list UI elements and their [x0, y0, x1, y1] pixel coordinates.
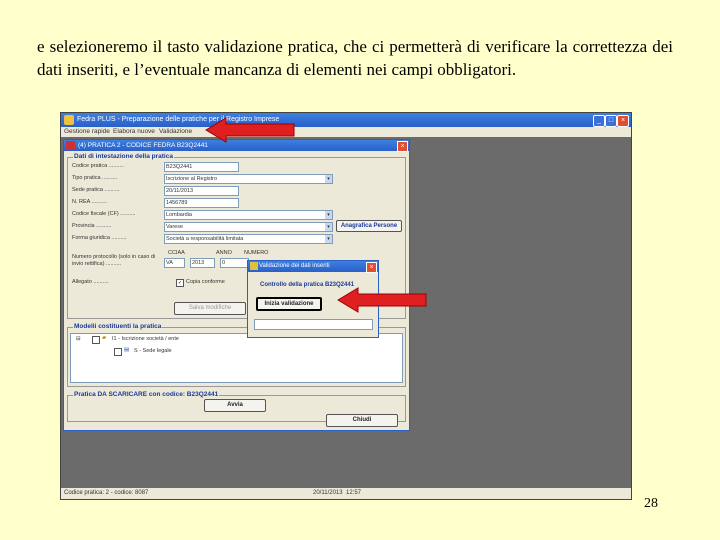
rea-input[interactable]: 1456789 [164, 198, 239, 208]
status-date: 20/11/2013 [313, 490, 343, 496]
copia-conforme-label: Copia conforme [186, 279, 225, 285]
page-number: 28 [644, 496, 658, 511]
protocol-label: Numero protocollo (solo in caso di invio… [72, 254, 156, 267]
menu-item-validazione[interactable]: Validazione [159, 127, 192, 137]
menu-item-elabora[interactable]: Elabora nuove [113, 127, 155, 137]
protocol-col-numero: NUMERO [244, 250, 269, 256]
copia-conforme-checkbox[interactable]: ✓ [176, 279, 184, 287]
maximize-icon[interactable]: □ [605, 115, 617, 127]
chevron-down-icon[interactable]: ▾ [325, 175, 332, 183]
dialog-close-icon[interactable]: × [397, 141, 408, 152]
tipo-pratica-select[interactable]: Iscrizione al Registro ▾ [164, 174, 333, 184]
document-icon [66, 141, 75, 150]
protocol-numero-input[interactable]: 0 [220, 258, 249, 268]
discharge-group-title: Pratica DA SCARICARE con codice: B23Q244… [73, 391, 220, 398]
chevron-down-icon[interactable]: ▾ [325, 223, 332, 231]
field-label: Provincia .......... [72, 223, 112, 229]
chiudi-button[interactable]: Chiudi [326, 414, 398, 427]
app-icon [64, 115, 74, 125]
tree-toggle-icon[interactable]: ⊟ [76, 336, 81, 342]
folder-icon: ▰ [102, 335, 107, 341]
avvia-button[interactable]: Avvia [204, 399, 266, 412]
chevron-down-icon[interactable]: ▾ [325, 235, 332, 243]
chevron-down-icon[interactable]: ▾ [325, 211, 332, 219]
pratica-dialog-title: (4) PRATICA 2 - CODICE FEDRA B23Q2441 [78, 142, 208, 149]
protocol-cciaa-input[interactable]: VA [164, 258, 185, 268]
inizia-validazione-button[interactable]: Inizia validazione [256, 297, 322, 311]
page-icon: ▤ [124, 347, 130, 353]
sede-pratica-input[interactable]: 20/11/2013 [164, 186, 239, 196]
tree-item-checkbox[interactable] [114, 348, 122, 356]
validation-progress [254, 319, 373, 330]
anagrafica-persone-button[interactable]: Anagrafica Persone [336, 220, 402, 232]
protocol-col-cciaa: CCIAA [168, 250, 185, 256]
field-label: N. REA .......... [72, 199, 107, 205]
app-menubar: Gestione rapide Elabora nuove Validazion… [61, 127, 631, 137]
field-label: Tipo pratica .......... [72, 175, 118, 181]
close-icon[interactable]: × [617, 115, 629, 127]
validation-dialog-title: Validazione dei dati inseriti [259, 263, 330, 269]
field-label: Codice fiscale (CF) .......... [72, 211, 136, 217]
forma-giuridica-select[interactable]: Società a responsabilità limitata ▾ [164, 234, 333, 244]
save-changes-button[interactable]: Salva modifiche [174, 302, 246, 315]
field-label: Codice pratica .......... [72, 163, 124, 169]
models-group-title: Modelli costituenti la pratica [73, 323, 163, 330]
codice-pratica-input[interactable]: B23Q2441 [164, 162, 239, 172]
codice-fiscale-select[interactable]: Lombardia ▾ [164, 210, 333, 220]
header-data-group-title: Dati di intestazione della pratica [73, 153, 174, 160]
menu-item-gestione[interactable]: Gestione rapide [64, 127, 110, 137]
slide-paragraph: e selezioneremo il tasto validazione pra… [37, 37, 673, 79]
protocol-col-anno: ANNO [216, 250, 232, 256]
validation-dialog-titlebar: Validazione dei dati inseriti × [248, 261, 378, 273]
status-time: 12:57 [346, 490, 362, 496]
arrow-left-icon [337, 287, 427, 313]
app-statusbar: Codice pratica: 2 - codice: 8087 20/11/2… [61, 488, 631, 499]
arrow-left-icon [205, 117, 295, 143]
field-label: Sede pratica .......... [72, 187, 120, 193]
status-text: Codice pratica: 2 - codice: 8087 [64, 490, 149, 496]
tree-item-checkbox[interactable] [92, 336, 100, 344]
app-titlebar: Fedra PLUS - Preparazione delle pratiche… [61, 113, 631, 127]
allegato-label: Allegato .......... [72, 279, 109, 285]
tree-item-label[interactable]: I1 - Iscrizione società / ente [112, 336, 179, 342]
validation-icon [250, 262, 258, 270]
minimize-icon[interactable]: _ [593, 115, 605, 127]
field-label: Forma giuridica .......... [72, 235, 127, 241]
protocol-anno-input[interactable]: 2013 [190, 258, 215, 268]
provincia-select[interactable]: Varese ▾ [164, 222, 333, 232]
tree-item-label[interactable]: S - Sede legale [134, 348, 172, 354]
validation-close-icon[interactable]: × [366, 262, 377, 273]
